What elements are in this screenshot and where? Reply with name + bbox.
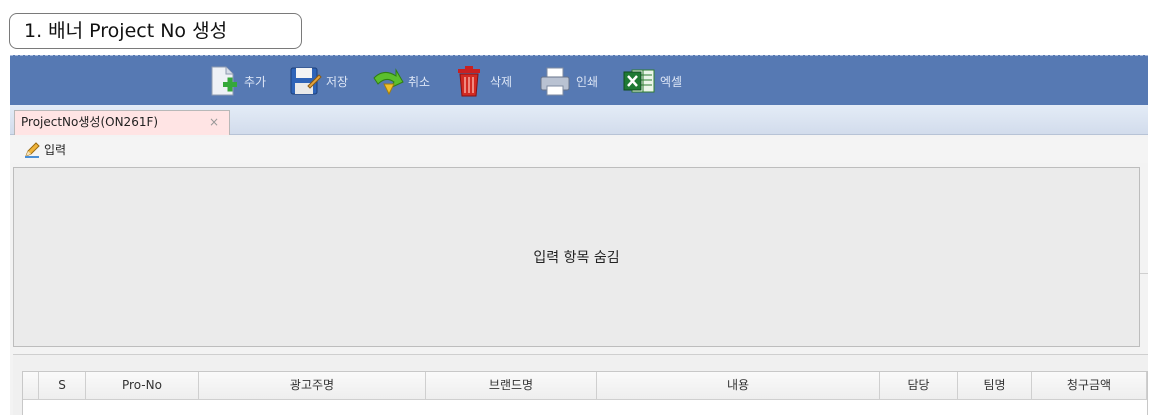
grid-header-advertiser[interactable]: 광고주명 — [199, 372, 426, 400]
excel-button[interactable]: 엑셀 — [622, 62, 682, 100]
pencil-icon — [24, 141, 40, 159]
save-button[interactable]: 저장 — [288, 62, 348, 100]
save-icon — [288, 64, 322, 98]
hidden-panel-text: 입력 항목 숨김 — [533, 250, 620, 266]
toolbar: 추가 저장 취소 삭제 인쇄 엑셀 — [10, 55, 1148, 105]
data-grid: S Pro-No 광고주명 브랜드명 내용 담당 팀명 청구금액 — [22, 371, 1148, 415]
grid-header-indicator[interactable] — [23, 372, 39, 400]
delete-button[interactable]: 삭제 — [452, 62, 512, 100]
add-label: 추가 — [244, 74, 267, 89]
printer-icon — [538, 64, 572, 98]
cancel-arrow-icon — [370, 64, 404, 98]
delete-label: 삭제 — [490, 74, 513, 89]
grid-header-manager[interactable]: 담당 — [880, 372, 958, 400]
hidden-input-panel: 입력 항목 숨김 — [13, 167, 1140, 347]
tab-close-icon[interactable]: × — [209, 111, 219, 134]
print-label: 인쇄 — [576, 74, 599, 89]
tab-label: ProjectNo생성(ON261F) — [21, 115, 159, 129]
grid-header-brand[interactable]: 브랜드명 — [426, 372, 597, 400]
add-button[interactable]: 추가 — [206, 62, 266, 100]
banner-title-label: 1. 배너 Project No 생성 — [9, 13, 302, 49]
add-document-icon — [206, 64, 240, 98]
print-button[interactable]: 인쇄 — [538, 62, 598, 100]
cancel-button[interactable]: 취소 — [370, 62, 430, 100]
save-label: 저장 — [326, 74, 349, 89]
grid-header-content[interactable]: 내용 — [597, 372, 880, 400]
tab-projectno[interactable]: ProjectNo생성(ON261F) × — [14, 110, 230, 135]
input-section-bar[interactable]: 입력 — [10, 137, 1148, 163]
tab-bar: ProjectNo생성(ON261F) × — [10, 105, 1148, 135]
excel-label: 엑셀 — [660, 74, 683, 89]
grid-header-row: S Pro-No 광고주명 브랜드명 내용 담당 팀명 청구금액 — [23, 372, 1147, 400]
excel-icon — [622, 64, 656, 98]
grid-header-team[interactable]: 팀명 — [958, 372, 1032, 400]
divider — [1140, 273, 1148, 274]
trash-icon — [452, 64, 486, 98]
grid-header-billing-amount[interactable]: 청구금액 — [1032, 372, 1147, 400]
grid-header-s[interactable]: S — [39, 372, 86, 400]
input-section-label: 입력 — [44, 143, 67, 157]
grid-header-pro-no[interactable]: Pro-No — [86, 372, 199, 400]
cancel-label: 취소 — [408, 74, 431, 89]
